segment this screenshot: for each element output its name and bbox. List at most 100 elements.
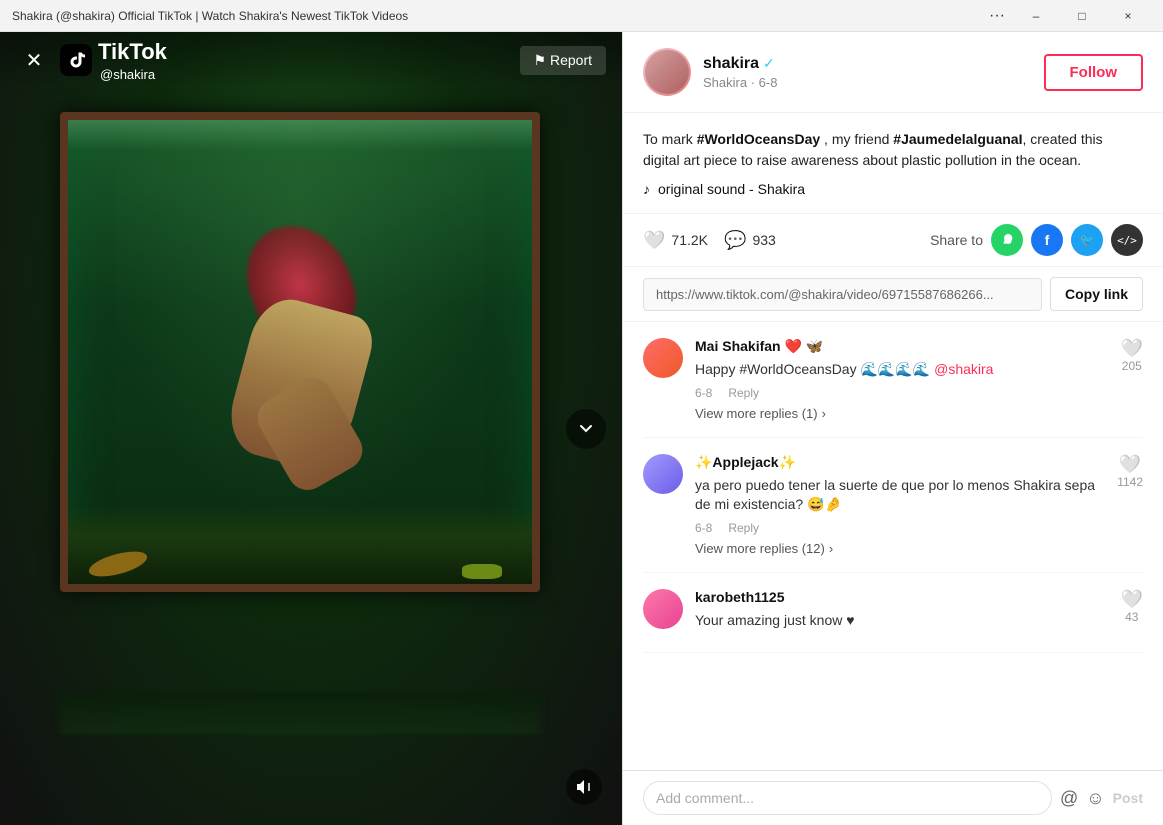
video-panel: ✕ TikTok @shakira ⚑ Report bbox=[0, 32, 622, 825]
likes-count: 71.2K bbox=[671, 232, 708, 248]
comment-likes-count: 43 bbox=[1125, 610, 1138, 624]
description-text: To mark #WorldOceansDay , my friend #Jau… bbox=[643, 129, 1143, 171]
likes-stat[interactable]: 🤍 71.2K bbox=[643, 230, 708, 251]
comments-stat[interactable]: 💬 933 bbox=[724, 230, 776, 251]
like-heart-icon: 🤍 bbox=[1121, 589, 1143, 610]
tiktok-logo-text: TikTok bbox=[98, 39, 167, 65]
reply-button[interactable]: Reply bbox=[728, 386, 759, 400]
share-whatsapp-button[interactable] bbox=[991, 224, 1023, 256]
embed-icon: </> bbox=[1117, 234, 1137, 247]
right-panel: shakira ✓ Shakira · 6-8 Follow To mark #… bbox=[622, 32, 1163, 825]
description: To mark #WorldOceansDay , my friend #Jau… bbox=[623, 113, 1163, 214]
comments-section: Mai Shakifan ❤️ 🦋 Happy #WorldOceansDay … bbox=[623, 322, 1163, 770]
desc-mid1: , my friend bbox=[820, 131, 893, 147]
mention[interactable]: @shakira bbox=[934, 361, 993, 377]
volume-button[interactable] bbox=[566, 769, 602, 805]
comment-like[interactable]: 🤍 43 bbox=[1121, 589, 1143, 637]
comment-like[interactable]: 🤍 205 bbox=[1121, 338, 1143, 421]
comment-body: Mai Shakifan ❤️ 🦋 Happy #WorldOceansDay … bbox=[695, 338, 1109, 421]
video-content bbox=[0, 32, 622, 825]
video-top-bar: ✕ TikTok @shakira ⚑ Report bbox=[0, 32, 622, 88]
profile-name-row: shakira ✓ bbox=[703, 55, 1032, 73]
heart-icon: 🤍 bbox=[643, 230, 665, 251]
view-replies-button[interactable]: View more replies (1) › bbox=[695, 406, 1109, 421]
aquarium bbox=[60, 112, 540, 592]
view-replies-button[interactable]: View more replies (12) › bbox=[695, 541, 1105, 556]
desc-hashtag1[interactable]: #WorldOceansDay bbox=[697, 131, 820, 147]
chevron-down-icon bbox=[576, 419, 596, 439]
scroll-down-button[interactable] bbox=[566, 409, 606, 449]
comment-text: ya pero puedo tener la suerte de que por… bbox=[695, 476, 1105, 515]
comment-username: Mai Shakifan ❤️ 🦋 bbox=[695, 338, 823, 354]
video-close-button[interactable]: ✕ bbox=[16, 42, 52, 78]
comment-likes-count: 205 bbox=[1122, 359, 1142, 373]
facebook-icon: f bbox=[1045, 232, 1050, 248]
like-heart-icon: 🤍 bbox=[1121, 338, 1143, 359]
comment-input[interactable] bbox=[643, 781, 1052, 815]
at-icon[interactable]: @ bbox=[1060, 788, 1078, 809]
comment-body: ✨Applejack✨ ya pero puedo tener la suert… bbox=[695, 454, 1105, 556]
emoji-icon[interactable]: ☺ bbox=[1086, 788, 1104, 809]
comment-date: 6-8 bbox=[695, 386, 712, 400]
share-to-label: Share to bbox=[930, 232, 983, 248]
reply-button[interactable]: Reply bbox=[728, 521, 759, 535]
comment-likes-count: 1142 bbox=[1117, 475, 1143, 489]
comment-meta: 6-8 Reply bbox=[695, 521, 1105, 535]
comment-text: Your amazing just know ♥ bbox=[695, 611, 1109, 631]
report-button[interactable]: ⚑ Report bbox=[520, 46, 606, 75]
comment-item: Mai Shakifan ❤️ 🦋 Happy #WorldOceansDay … bbox=[643, 322, 1143, 438]
profile-sub: Shakira · 6-8 bbox=[703, 75, 1032, 90]
follow-button[interactable]: Follow bbox=[1044, 54, 1144, 91]
avatar-inner bbox=[645, 50, 689, 94]
tiktok-icon bbox=[60, 44, 92, 76]
volume-icon bbox=[575, 778, 593, 796]
comment-actions: @ ☺ bbox=[1060, 788, 1105, 809]
share-to: Share to f 🐦 </> bbox=[930, 224, 1143, 256]
comment-item: ✨Applejack✨ ya pero puedo tener la suert… bbox=[643, 438, 1143, 573]
minimize-button[interactable]: – bbox=[1013, 0, 1059, 32]
tiktok-logo: TikTok @shakira bbox=[60, 39, 167, 82]
comment-avatar bbox=[643, 454, 683, 494]
copy-link-button[interactable]: Copy link bbox=[1050, 277, 1143, 311]
profile-info: shakira ✓ Shakira · 6-8 bbox=[703, 55, 1032, 90]
maximize-button[interactable]: □ bbox=[1059, 0, 1105, 32]
sound-row[interactable]: ♪ original sound - Shakira bbox=[643, 181, 1143, 197]
titlebar-title: Shakira (@shakira) Official TikTok | Wat… bbox=[12, 9, 981, 23]
share-embed-button[interactable]: </> bbox=[1111, 224, 1143, 256]
logo-group: TikTok @shakira bbox=[98, 39, 167, 82]
tiktok-username: @shakira bbox=[100, 67, 167, 82]
titlebar: Shakira (@shakira) Official TikTok | Wat… bbox=[0, 0, 1163, 32]
post-comment-button[interactable]: Post bbox=[1113, 790, 1143, 806]
figure bbox=[200, 244, 400, 524]
comment-input-row: @ ☺ Post bbox=[623, 770, 1163, 825]
desc-before: To mark bbox=[643, 131, 697, 147]
profile-section: shakira ✓ Shakira · 6-8 Follow bbox=[623, 32, 1163, 113]
sound-label: original sound - Shakira bbox=[658, 181, 805, 197]
video-artwork bbox=[0, 32, 622, 825]
link-display: https://www.tiktok.com/@shakira/video/69… bbox=[643, 278, 1042, 311]
debris bbox=[68, 504, 532, 584]
window-close-button[interactable]: × bbox=[1105, 0, 1151, 32]
share-twitter-button[interactable]: 🐦 bbox=[1071, 224, 1103, 256]
whatsapp-icon bbox=[999, 232, 1015, 248]
comment-item: karobeth1125 Your amazing just know ♥ 🤍 … bbox=[643, 573, 1143, 654]
stats-row: 🤍 71.2K 💬 933 Share to f bbox=[623, 214, 1163, 267]
comment-username: karobeth1125 bbox=[695, 589, 785, 605]
desc-hashtag2[interactable]: #JaumedelalguanaI bbox=[893, 131, 1022, 147]
share-facebook-button[interactable]: f bbox=[1031, 224, 1063, 256]
comments-count: 933 bbox=[752, 232, 775, 248]
link-row: https://www.tiktok.com/@shakira/video/69… bbox=[623, 267, 1163, 322]
music-icon: ♪ bbox=[643, 181, 650, 197]
twitter-icon: 🐦 bbox=[1080, 233, 1095, 247]
comment-avatar bbox=[643, 589, 683, 629]
comment-date: 6-8 bbox=[695, 521, 712, 535]
chevron-icon: › bbox=[822, 406, 826, 421]
reflection bbox=[60, 692, 540, 734]
main-layout: ✕ TikTok @shakira ⚑ Report bbox=[0, 32, 1163, 825]
comment-username: ✨Applejack✨ bbox=[695, 454, 796, 470]
titlebar-dots-btn[interactable]: ··· bbox=[981, 7, 1013, 25]
comment-body: karobeth1125 Your amazing just know ♥ bbox=[695, 589, 1109, 637]
comment-like[interactable]: 🤍 1142 bbox=[1117, 454, 1143, 556]
profile-name: shakira bbox=[703, 55, 759, 73]
verified-badge: ✓ bbox=[763, 55, 775, 72]
